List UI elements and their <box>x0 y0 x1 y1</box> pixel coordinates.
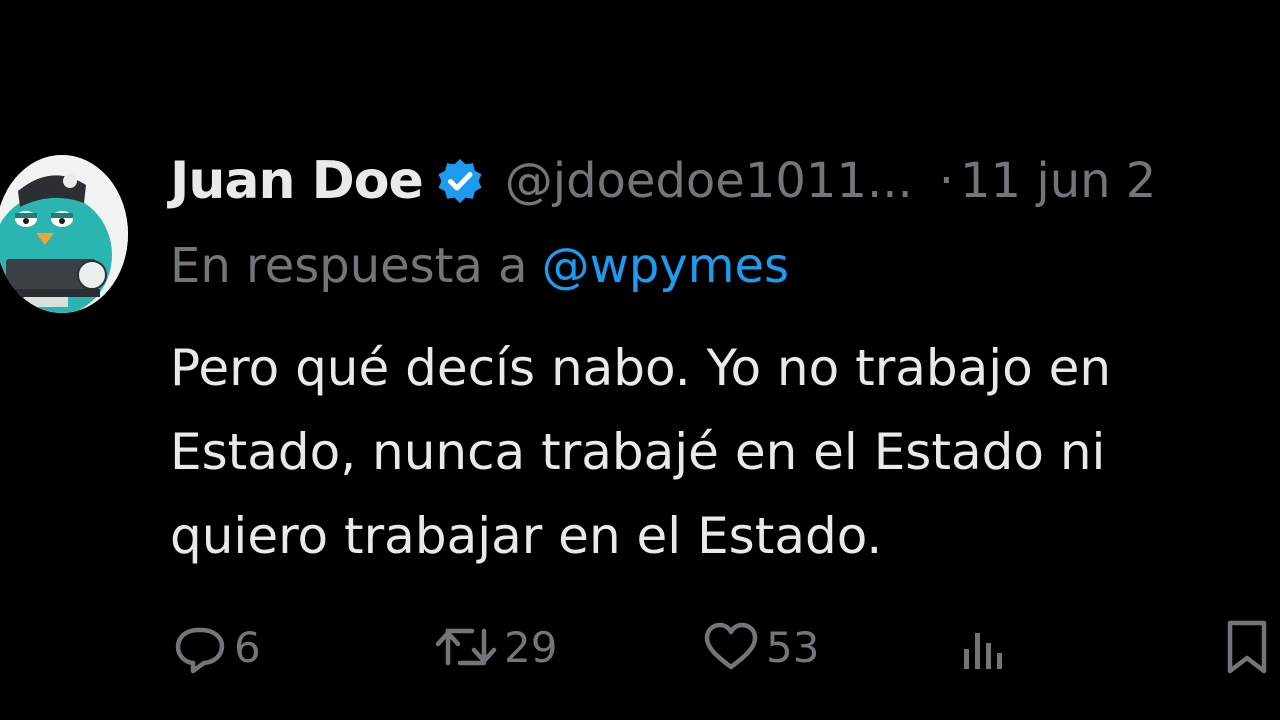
like-button[interactable]: 53 <box>702 612 819 682</box>
verified-badge-icon <box>435 156 485 206</box>
tweet-text: Pero qué decís nabo. Yo no trabajo en Es… <box>170 326 1270 578</box>
tweet-text-line: quiero trabajar en el Estado. <box>170 507 883 565</box>
user-handle[interactable]: @jdoedoe1011... <box>505 153 913 209</box>
display-name[interactable]: Juan Doe <box>170 151 424 211</box>
meta-separator: · <box>938 153 955 209</box>
reply-mention-link[interactable]: @wpymes <box>542 238 789 294</box>
views-icon <box>960 619 1010 675</box>
tweet-actions: 6 29 53 <box>0 612 1280 682</box>
like-count: 53 <box>766 622 820 672</box>
retweet-icon <box>434 619 498 675</box>
tweet-text-line: Estado, nunca trabajé en el Estado ni <box>170 423 1106 481</box>
retweet-count: 29 <box>504 622 558 672</box>
tweet-text-line: Pero qué decís nabo. Yo no trabajo en <box>170 339 1112 397</box>
retweet-button[interactable]: 29 <box>434 612 557 682</box>
reply-button[interactable]: 6 <box>172 612 261 682</box>
reply-context: En respuesta a @wpymes <box>170 238 789 294</box>
tweet-header: Juan Doe @jdoedoe1011... · 11 jun 2 <box>170 146 1156 216</box>
reply-prefix: En respuesta a <box>170 238 528 294</box>
reply-count: 6 <box>234 622 261 672</box>
reply-icon <box>172 619 228 675</box>
bookmark-icon <box>1222 617 1272 677</box>
bookmark-button[interactable] <box>1222 612 1272 682</box>
tweet-card[interactable]: Juan Doe @jdoedoe1011... · 11 jun 2 En r… <box>0 0 1280 720</box>
avatar[interactable] <box>0 155 128 313</box>
heart-icon <box>702 619 760 675</box>
tweet-date[interactable]: 11 jun 2 <box>960 153 1156 209</box>
views-button[interactable] <box>960 612 1010 682</box>
